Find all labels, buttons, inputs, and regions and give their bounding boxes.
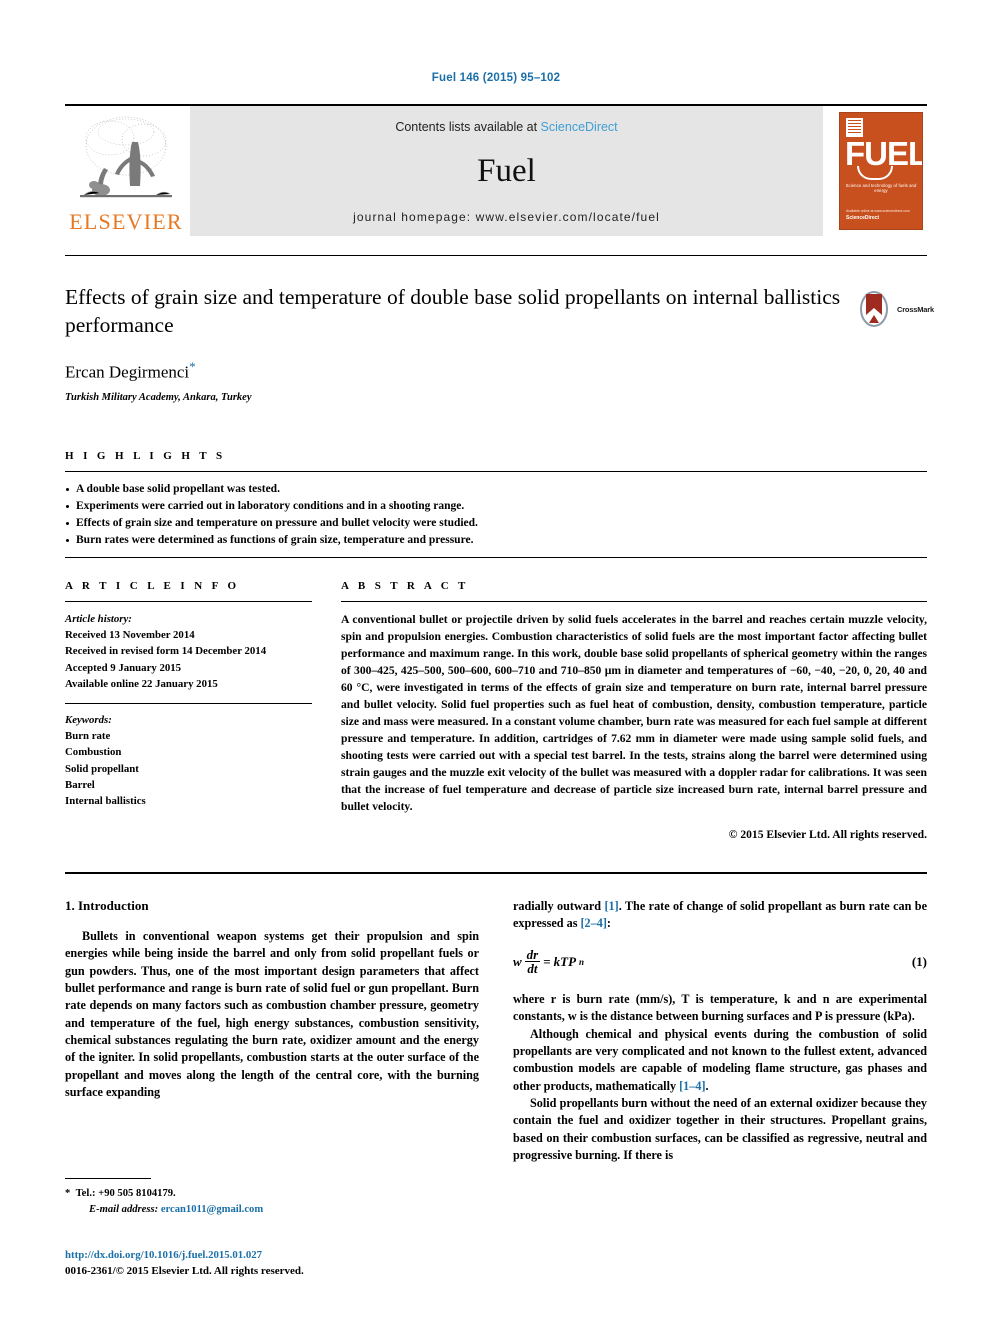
cover-swoosh-icon xyxy=(857,166,893,180)
footnote-tel-text: Tel.: +90 505 8104179. xyxy=(75,1188,176,1199)
citation-ref[interactable]: [1] xyxy=(604,899,618,913)
author-label: Ercan Degirmenci xyxy=(65,362,190,382)
citation-ref[interactable]: [1–4] xyxy=(679,1079,705,1093)
cover-subtitle: Science and technology of fuels and ener… xyxy=(845,183,917,193)
abstract-heading: A B S T R A C T xyxy=(341,580,469,592)
keyword-item: Solid propellant xyxy=(65,762,139,775)
intro-pre: radially outward xyxy=(513,899,605,913)
title-divider xyxy=(65,255,927,256)
body-paragraph: Solid propellants burn without the need … xyxy=(513,1095,927,1162)
history-item: Received 13 November 2014 xyxy=(65,629,195,642)
article-history-label: Article history: xyxy=(65,613,132,625)
body-paragraph: Although chemical and physical events du… xyxy=(513,1026,927,1095)
author-name: Ercan Degirmenci* xyxy=(65,359,845,383)
journal-masthead: ELSEVIER Contents lists available at Sci… xyxy=(65,104,927,236)
equation-body: w dr dt = kTP n xyxy=(513,946,585,977)
journal-homepage-link[interactable]: journal homepage: www.elsevier.com/locat… xyxy=(353,210,660,224)
equation-denominator: dt xyxy=(527,961,538,977)
list-item: Effects of grain size and temperature on… xyxy=(65,515,927,532)
keywords-block: Keywords: Burn rate Combustion Solid pro… xyxy=(65,712,335,809)
equation-exponent: n xyxy=(579,956,585,967)
body-top-rule xyxy=(65,872,927,874)
paragraph-text: Although chemical and physical events du… xyxy=(513,1026,927,1093)
contents-available-line: Contents lists available at ScienceDirec… xyxy=(395,120,617,134)
history-item: Received in revised form 14 December 201… xyxy=(65,645,267,658)
journal-cover-thumbnail: FUEL Science and technology of fuels and… xyxy=(835,106,927,236)
footnote-email: E-mail address: ercan1011@gmail.com xyxy=(65,1202,479,1218)
list-item: A double base solid propellant was teste… xyxy=(65,481,927,498)
highlights-list: A double base solid propellant was teste… xyxy=(65,472,927,557)
equation-fraction: dr dt xyxy=(524,946,541,977)
issn-copyright: 0016-2361/© 2015 Elsevier Ltd. All right… xyxy=(65,1264,304,1277)
keyword-item: Combustion xyxy=(65,746,122,759)
intro-post: : xyxy=(606,916,611,931)
keyword-item: Internal ballistics xyxy=(65,794,146,807)
crossmark-badge[interactable]: CrossMark xyxy=(858,288,934,330)
cover-footer-line2: ScienceDirect xyxy=(846,215,880,221)
elsevier-wordmark: ELSEVIER xyxy=(69,209,183,234)
elsevier-logo: ELSEVIER xyxy=(65,106,187,236)
corresponding-author-marker: * xyxy=(189,358,196,374)
footnote-block: * Tel.: +90 505 8104179. E-mail address:… xyxy=(65,1178,479,1218)
body-column-left: 1. Introduction Bullets in conventional … xyxy=(65,898,479,1164)
equation-w: w xyxy=(513,953,522,969)
page-title: Effects of grain size and temperature of… xyxy=(65,285,841,338)
list-item: Burn rates were determined as functions … xyxy=(65,532,927,549)
section-heading-introduction: 1. Introduction xyxy=(65,898,149,913)
equation-equals: = xyxy=(543,953,551,969)
footnote-rule xyxy=(65,1178,151,1179)
sciencedirect-link[interactable]: ScienceDirect xyxy=(541,120,618,134)
equation-numerator: dr xyxy=(524,946,541,963)
cover-image: FUEL Science and technology of fuels and… xyxy=(839,112,923,230)
body-paragraph: radially outward [1]. The rate of change… xyxy=(513,898,927,933)
keyword-item: Burn rate xyxy=(65,730,111,743)
info-abstract-section: A R T I C L E I N F O A B S T R A C T Ar… xyxy=(65,580,927,843)
colophon-block: http://dx.doi.org/10.1016/j.fuel.2015.01… xyxy=(65,1248,525,1280)
body-paragraph: where r is burn rate (mm/s), T is temper… xyxy=(513,991,927,1024)
highlights-bottom-rule xyxy=(65,557,927,559)
running-head: Fuel 146 (2015) 95–102 xyxy=(431,72,561,84)
keywords-divider xyxy=(65,702,312,704)
list-item: Experiments were carried out in laborato… xyxy=(65,498,927,515)
affiliation: Turkish Military Academy, Ankara, Turkey xyxy=(65,392,252,404)
contents-prefix: Contents lists available at xyxy=(395,120,541,134)
title-block: Effects of grain size and temperature of… xyxy=(65,283,845,403)
article-history-block: Article history: Received 13 November 20… xyxy=(65,611,335,692)
keywords-label: Keywords: xyxy=(65,713,112,726)
keyword-item: Barrel xyxy=(65,778,95,791)
body-paragraph: Bullets in conventional weapon systems g… xyxy=(65,929,479,1099)
cover-footer: Available online at www.sciencedirect.co… xyxy=(846,209,910,222)
masthead-center-panel: Contents lists available at ScienceDirec… xyxy=(190,106,823,236)
crossmark-label: CrossMark xyxy=(897,304,934,314)
article-info-rule xyxy=(65,601,312,602)
abstract-copyright: © 2015 Elsevier Ltd. All rights reserved… xyxy=(728,828,927,842)
history-item: Accepted 9 January 2015 xyxy=(65,661,182,674)
cover-wordmark: FUEL xyxy=(845,135,923,172)
email-link[interactable]: ercan1011@gmail.com xyxy=(161,1204,263,1215)
abstract-rule xyxy=(341,601,927,602)
abstract-text: A conventional bullet or projectile driv… xyxy=(341,613,927,814)
equation-rhs: kTP xyxy=(553,953,577,969)
journal-title: Fuel xyxy=(477,152,536,189)
footnote-tel: * Tel.: +90 505 8104179. xyxy=(65,1186,479,1202)
email-label: E-mail address: xyxy=(89,1203,159,1215)
citation-ref[interactable]: [2–4] xyxy=(580,916,606,930)
highlights-section: H I G H L I G H T S A double base solid … xyxy=(65,450,927,559)
crossmark-icon xyxy=(860,291,888,327)
equation-number: (1) xyxy=(911,953,927,969)
footnote-marker: * xyxy=(65,1188,71,1199)
equation-1: w dr dt = kTP n (1) xyxy=(513,946,927,977)
body-column-right: radially outward [1]. The rate of change… xyxy=(513,898,927,1164)
history-item: Available online 22 January 2015 xyxy=(65,677,218,690)
paragraph-tail: . xyxy=(705,1078,709,1093)
elsevier-tree-icon xyxy=(80,116,172,198)
body-columns: 1. Introduction Bullets in conventional … xyxy=(65,898,927,1164)
paper-page: Fuel 146 (2015) 95–102 ELSEVIER Contents… xyxy=(0,0,992,1323)
article-info-heading: A R T I C L E I N F O xyxy=(65,580,240,592)
doi-link[interactable]: http://dx.doi.org/10.1016/j.fuel.2015.01… xyxy=(65,1248,525,1264)
cover-footer-line1: Available online at www.sciencedirect.co… xyxy=(846,208,910,213)
highlights-heading: H I G H L I G H T S xyxy=(65,450,226,462)
